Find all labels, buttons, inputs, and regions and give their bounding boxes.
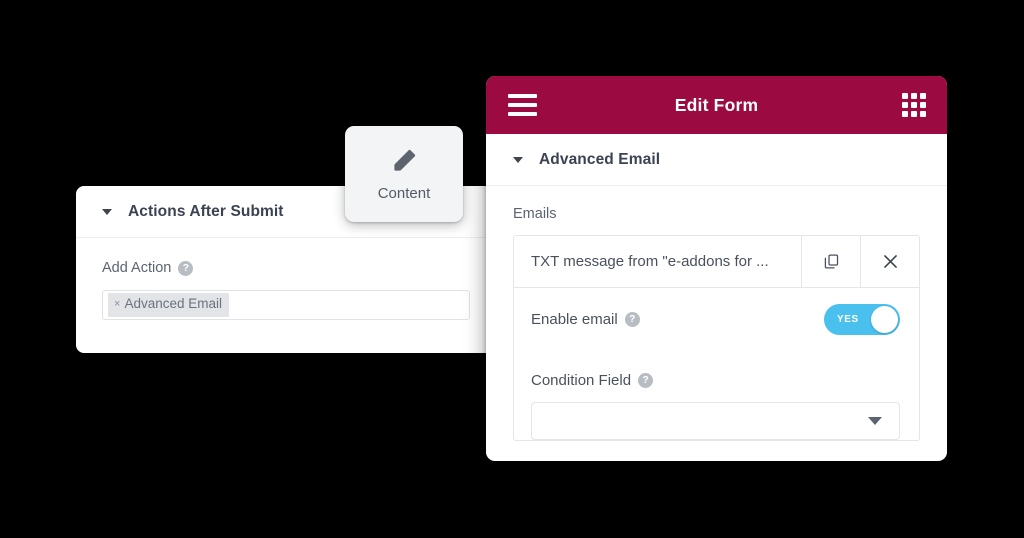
enable-email-row: Enable email ? YES xyxy=(514,288,919,350)
enable-email-toggle-value: YES xyxy=(837,313,859,325)
copy-icon xyxy=(823,253,840,270)
emails-list: TXT message from "e-addons for ... Enabl… xyxy=(513,235,920,441)
screen-canvas: Actions After Submit Add Action ? × Adva… xyxy=(0,0,1024,538)
tag-chip-label: Advanced Email xyxy=(124,296,222,312)
add-action-label-row: Add Action ? xyxy=(102,260,470,276)
condition-field-label: Condition Field xyxy=(531,372,632,389)
help-circle-icon[interactable]: ? xyxy=(178,260,194,276)
email-list-item[interactable]: TXT message from "e-addons for ... xyxy=(514,236,919,288)
add-action-label: Add Action xyxy=(102,260,172,276)
close-x-icon xyxy=(881,252,900,271)
enable-email-label: Enable email xyxy=(531,310,618,328)
apps-grid-icon[interactable] xyxy=(902,93,926,117)
advanced-email-section-header[interactable]: Advanced Email xyxy=(486,134,947,186)
tag-chip-advanced-email[interactable]: × Advanced Email xyxy=(108,293,229,317)
advanced-email-body: Emails TXT message from "e-addons for ..… xyxy=(486,186,947,441)
hamburger-bar xyxy=(508,103,537,107)
condition-field-label-row: Condition Field ? xyxy=(514,372,919,389)
actions-after-submit-title: Actions After Submit xyxy=(128,202,284,220)
enable-email-label-wrap: Enable email ? xyxy=(531,311,640,328)
remove-email-button[interactable] xyxy=(860,236,919,287)
enable-email-toggle[interactable]: YES xyxy=(824,303,900,335)
content-tab-label: Content xyxy=(377,184,431,202)
actions-after-submit-body: Add Action ? × Advanced Email xyxy=(76,238,496,320)
hamburger-bar xyxy=(508,112,537,116)
emails-label: Emails xyxy=(513,206,557,222)
edit-form-title: Edit Form xyxy=(674,94,759,115)
help-circle-icon[interactable]: ? xyxy=(624,311,640,327)
email-item-title: TXT message from "e-addons for ... xyxy=(531,253,769,270)
toggle-knob[interactable] xyxy=(871,305,898,333)
add-action-tag-input[interactable]: × Advanced Email xyxy=(102,290,470,320)
caret-down-icon[interactable] xyxy=(513,156,523,163)
caret-down-icon[interactable] xyxy=(102,208,112,215)
hamburger-menu-icon[interactable] xyxy=(508,94,537,116)
condition-field-block: Condition Field ? xyxy=(514,350,919,440)
chevron-down-icon[interactable] xyxy=(868,417,882,425)
condition-field-select[interactable] xyxy=(531,402,900,440)
advanced-email-title: Advanced Email xyxy=(539,150,661,168)
edit-form-topbar: Edit Form xyxy=(486,76,947,134)
help-circle-icon[interactable]: ? xyxy=(638,373,654,388)
content-tab-card[interactable]: Content xyxy=(345,126,463,222)
pencil-icon xyxy=(391,147,418,174)
edit-form-panel: Edit Form Advanced Email Emails TXT mess… xyxy=(486,76,947,461)
hamburger-bar xyxy=(508,94,537,98)
tag-remove-icon[interactable]: × xyxy=(114,297,120,312)
duplicate-email-button[interactable] xyxy=(801,236,860,287)
